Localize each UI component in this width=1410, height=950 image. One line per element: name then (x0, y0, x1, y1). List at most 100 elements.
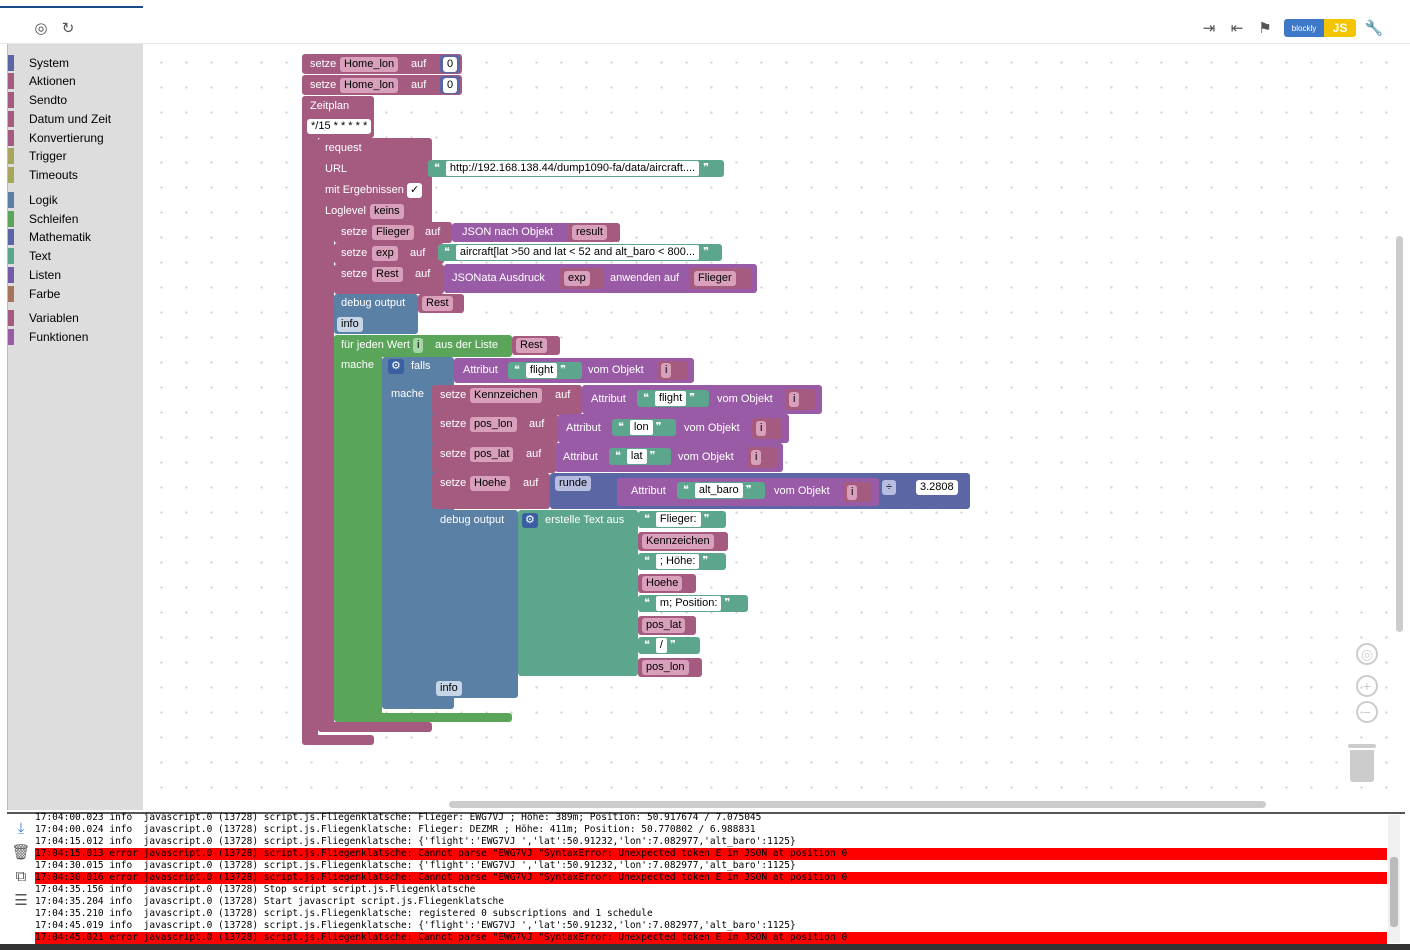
import-icon[interactable]: ⇤ (1227, 18, 1247, 38)
blockly-to-js-button[interactable]: blockly JS (1284, 19, 1356, 37)
create-text-block[interactable] (518, 510, 638, 676)
gear-icon[interactable]: ⚙ (388, 359, 404, 374)
text-string-block[interactable]: ❝ Flieger: ❞ (638, 511, 726, 528)
trash-icon[interactable] (1348, 744, 1376, 784)
ergebnissen-checkbox[interactable]: ✓ (407, 183, 423, 198)
flight-value[interactable]: flight (525, 363, 558, 378)
debug-output-block[interactable] (432, 510, 518, 698)
toolbox-category-datum-und-zeit[interactable]: Datum und Zeit (8, 110, 144, 128)
toolbox-category-text[interactable]: Text (8, 247, 144, 265)
pos-lon-dropdown[interactable]: pos_lon (470, 417, 517, 432)
hoehe-dropdown[interactable]: Hoehe (642, 576, 683, 591)
flight-string-block[interactable]: ❝ flight ❞ (508, 362, 582, 379)
auf-label: auf (555, 389, 571, 401)
flight-string-block[interactable]: ❝ flight ❞ (637, 390, 709, 407)
pos-lon-dropdown[interactable]: pos_lon (642, 660, 689, 675)
i-dropdown[interactable]: i (751, 450, 762, 465)
log-scrollbar[interactable] (1388, 815, 1400, 943)
exp-value[interactable]: aircraft[lat >50 and lat < 52 and alt_ba… (455, 245, 700, 260)
i-dropdown[interactable]: i (756, 421, 767, 436)
exp-dropdown[interactable]: exp (372, 246, 398, 261)
home-lon-dropdown[interactable]: Home_lon (340, 57, 399, 72)
i-dropdown[interactable]: i (661, 363, 672, 378)
hoehe-dropdown[interactable]: Hoehe (470, 476, 511, 491)
rest-dropdown[interactable]: Rest (516, 338, 547, 353)
scroll-down-icon[interactable]: ⤓ (11, 818, 31, 838)
toolbox-category-mathematik[interactable]: Mathematik (8, 228, 144, 246)
text-slash-value[interactable]: / (655, 638, 667, 653)
text-hoehe-value[interactable]: ; Höhe: (655, 554, 700, 569)
flieger-dropdown[interactable]: Flieger (694, 271, 736, 286)
kennzeichen-dropdown[interactable]: Kennzeichen (642, 534, 714, 549)
rest-dropdown[interactable]: Rest (422, 296, 453, 311)
toolbox-category-logik[interactable]: Logik (8, 191, 144, 209)
target-icon[interactable]: ◎ (31, 18, 51, 38)
i-dropdown[interactable]: i (413, 338, 424, 353)
lon-value[interactable]: lon (629, 420, 653, 435)
toolbox-category-sendto[interactable]: Sendto (8, 91, 144, 109)
gear-icon[interactable]: ⚙ (522, 513, 538, 528)
factor-value[interactable]: 3.2808 (916, 480, 958, 495)
zoom-in-icon[interactable]: + (1356, 675, 1378, 697)
pos-lat-dropdown[interactable]: pos_lat (470, 447, 514, 462)
toolbox-category-timeouts[interactable]: Timeouts (8, 166, 144, 184)
i-dropdown[interactable]: i (789, 392, 800, 407)
toolbox-category-konvertierung[interactable]: Konvertierung (8, 129, 144, 147)
center-icon[interactable]: ◎ (1356, 643, 1378, 665)
clear-log-icon[interactable]: 🗑 (11, 842, 31, 862)
toolbox-category-listen[interactable]: Listen (8, 266, 144, 284)
toolbox-category-funktionen[interactable]: Funktionen (8, 328, 144, 346)
refresh-icon[interactable]: ↻ (58, 18, 78, 38)
url-value[interactable]: http://192.168.138.44/dump1090-fa/data/a… (445, 161, 700, 176)
toolbox-category-farbe[interactable]: Farbe (8, 285, 144, 303)
flight-value[interactable]: flight (654, 391, 687, 406)
text-string-block[interactable]: ❝; Höhe: ❞ (638, 553, 726, 570)
text-position-value[interactable]: m; Position: (655, 596, 722, 611)
text-flieger-value[interactable]: Flieger: (655, 512, 701, 527)
lat-string-block[interactable]: ❝ lat ❞ (609, 448, 671, 465)
flag-icon[interactable]: ⚑ (1255, 18, 1275, 38)
cron-field[interactable]: */15 * * * * * (307, 119, 372, 134)
kennzeichen-dropdown[interactable]: Kennzeichen (470, 388, 542, 403)
exp-string-block[interactable]: ❝ aircraft[lat >50 and lat < 52 and alt_b… (438, 244, 722, 261)
flieger-dropdown[interactable]: Flieger (372, 225, 414, 240)
mache-label: mache (391, 388, 425, 400)
toolbox-category-variablen[interactable]: Variablen (8, 309, 144, 327)
wrench-icon[interactable]: 🔧 (1364, 18, 1384, 38)
text-string-block[interactable]: ❝ m; Position: ❞ (638, 595, 748, 612)
toolbox-category-trigger[interactable]: Trigger (8, 147, 144, 165)
category-color-swatch (8, 92, 14, 108)
copy-icon[interactable]: ⧉ (11, 866, 31, 886)
divide-operator-dropdown[interactable]: ÷ (882, 480, 897, 495)
zoom-out-icon[interactable]: − (1356, 701, 1378, 723)
i-dropdown[interactable]: i (847, 485, 858, 500)
toolbox-category-aktionen[interactable]: Aktionen (8, 72, 144, 90)
active-tab-indicator[interactable] (0, 0, 143, 8)
toolbox-category-schleifen[interactable]: Schleifen (8, 210, 144, 228)
loglevel-dropdown[interactable]: keins (370, 204, 404, 219)
result-dropdown[interactable]: result (572, 225, 607, 240)
number-value[interactable]: 0 (443, 57, 458, 72)
blockly-toolbox: System Aktionen Sendto Datum und Zeit Konver… (7, 44, 143, 810)
log-scrollbar-thumb[interactable] (1390, 857, 1398, 927)
url-string-block[interactable]: ❝ http://192.168.138.44/dump1090-fa/data/… (428, 160, 724, 177)
workspace-horizontal-scrollbar[interactable] (449, 801, 1266, 808)
alt-baro-string-block[interactable]: ❝ alt_baro ❞ (677, 482, 765, 499)
runde-dropdown[interactable]: runde (555, 476, 592, 491)
lat-value[interactable]: lat (626, 449, 647, 464)
workspace-vertical-scrollbar[interactable] (1396, 236, 1403, 632)
info-dropdown[interactable]: info (436, 681, 462, 696)
export-icon[interactable]: ⇥ (1199, 18, 1219, 38)
list-icon[interactable]: ☰ (11, 890, 31, 910)
category-color-swatch (8, 329, 14, 345)
exp-dropdown[interactable]: exp (564, 271, 590, 286)
home-lon-dropdown[interactable]: Home_lon (340, 78, 399, 93)
text-string-block[interactable]: ❝ / ❞ (638, 637, 700, 654)
pos-lat-dropdown[interactable]: pos_lat (642, 618, 686, 633)
toolbox-category-system[interactable]: System (8, 54, 144, 72)
rest-dropdown[interactable]: Rest (372, 267, 403, 282)
number-value[interactable]: 0 (443, 78, 458, 93)
info-dropdown[interactable]: info (337, 317, 363, 332)
alt-baro-value[interactable]: alt_baro (694, 483, 743, 498)
lon-string-block[interactable]: ❝ lon ❞ (612, 419, 676, 436)
